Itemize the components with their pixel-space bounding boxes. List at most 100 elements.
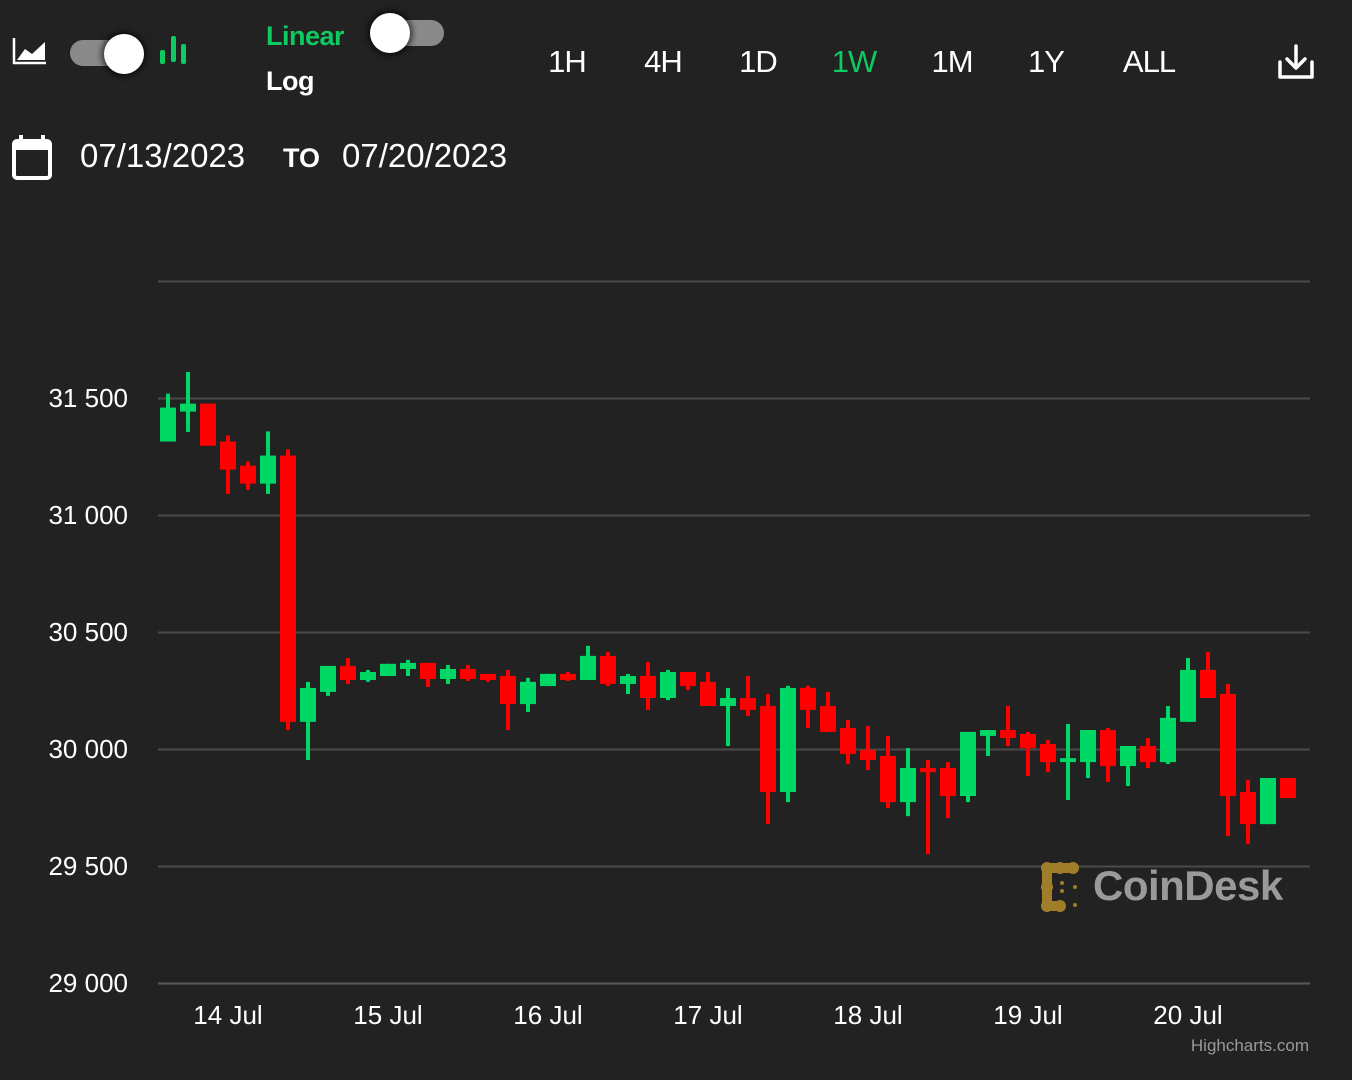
x-tick-label: 18 Jul (833, 1000, 903, 1030)
candle-down[interactable] (1100, 727, 1116, 782)
y-tick-label: 31 500 (48, 382, 128, 413)
candle-body (840, 727, 856, 754)
candle-body (1240, 792, 1256, 825)
candle-down[interactable] (560, 672, 576, 681)
candle-up[interactable] (260, 431, 276, 494)
candle-body (1000, 730, 1016, 739)
candle-up[interactable] (180, 372, 196, 432)
candle-down[interactable] (820, 691, 836, 732)
coindesk-watermark-text: CoinDesk (1093, 862, 1283, 909)
candle-down[interactable] (200, 403, 216, 446)
candle-up[interactable] (620, 673, 636, 695)
candle-body (600, 655, 616, 684)
candle-body (180, 403, 196, 412)
candle-body (700, 681, 716, 706)
candle-down[interactable] (1220, 683, 1236, 837)
candle-body (780, 687, 796, 793)
candle-down[interactable] (340, 657, 356, 684)
candle-up[interactable] (660, 669, 676, 701)
candle-down[interactable] (1240, 779, 1256, 845)
candle-down[interactable] (280, 449, 296, 731)
candle-down[interactable] (1280, 778, 1296, 799)
candle-body (660, 672, 676, 698)
candle-body (1200, 669, 1216, 698)
candle-wick (926, 759, 930, 855)
candle-body (820, 705, 836, 732)
candle-down[interactable] (840, 719, 856, 764)
candle-down[interactable] (1140, 738, 1156, 768)
candle-up[interactable] (520, 677, 536, 713)
candle-wick (746, 675, 750, 717)
candle-up[interactable] (540, 673, 556, 687)
y-tick-label: 29 500 (48, 850, 128, 881)
candle-up[interactable] (300, 681, 316, 760)
candle-down[interactable] (1200, 651, 1216, 698)
candle-body (520, 681, 536, 705)
candle-up[interactable] (1080, 730, 1096, 779)
candle-body (1140, 745, 1156, 763)
candle-up[interactable] (320, 665, 336, 696)
candle-up[interactable] (380, 663, 396, 676)
candle-down[interactable] (880, 735, 896, 808)
candle-wick (866, 726, 870, 771)
x-tick-label: 14 Jul (193, 1000, 263, 1030)
candle-down[interactable] (480, 673, 496, 682)
candle-down[interactable] (1040, 739, 1056, 773)
candle-down[interactable] (240, 461, 256, 490)
candle-up[interactable] (580, 645, 596, 680)
candle-up[interactable] (1260, 778, 1276, 825)
candle-up[interactable] (780, 685, 796, 803)
candles (160, 372, 1296, 855)
candle-body (1020, 734, 1036, 749)
candle-up[interactable] (1120, 745, 1136, 786)
x-tick-label: 20 Jul (1153, 1000, 1223, 1030)
candle-body (1160, 717, 1176, 763)
candle-body (360, 672, 376, 680)
candle-body (160, 407, 176, 442)
candle-up[interactable] (440, 664, 456, 684)
candle-down[interactable] (860, 726, 876, 771)
candle-down[interactable] (600, 651, 616, 687)
candle-down[interactable] (500, 669, 516, 731)
candle-wick (1006, 705, 1010, 746)
candle-up[interactable] (720, 687, 736, 746)
candle-body (320, 665, 336, 692)
candle-up[interactable] (1060, 723, 1076, 801)
candle-up[interactable] (980, 730, 996, 757)
candle-body (540, 673, 556, 687)
candle-down[interactable] (1000, 705, 1016, 746)
candle-body (260, 455, 276, 484)
candle-body (440, 668, 456, 680)
candle-body (1100, 730, 1116, 767)
candle-up[interactable] (960, 731, 976, 803)
candle-down[interactable] (680, 672, 696, 691)
candle-down[interactable] (420, 662, 436, 687)
candle-up[interactable] (400, 659, 416, 676)
candle-body (420, 662, 436, 680)
y-tick-label: 30 500 (48, 616, 128, 647)
candle-body (1180, 669, 1196, 722)
candle-down[interactable] (940, 762, 956, 819)
candle-body (900, 767, 916, 803)
candle-up[interactable] (360, 669, 376, 682)
x-tick-label: 17 Jul (673, 1000, 743, 1030)
candle-up[interactable] (160, 393, 176, 442)
candle-body (240, 465, 256, 484)
candlestick-chart[interactable] (0, 0, 1352, 1080)
candle-down[interactable] (740, 675, 756, 717)
candle-down[interactable] (760, 694, 776, 825)
candle-down[interactable] (460, 664, 476, 681)
candle-down[interactable] (640, 661, 656, 710)
candle-down[interactable] (220, 435, 236, 494)
candle-up[interactable] (1180, 657, 1196, 722)
candle-up[interactable] (900, 748, 916, 817)
candle-body (860, 749, 876, 760)
candle-up[interactable] (1160, 705, 1176, 764)
candle-body (680, 672, 696, 687)
y-tick-label: 29 000 (48, 967, 128, 998)
candle-down[interactable] (800, 685, 816, 728)
candle-down[interactable] (920, 759, 936, 855)
candle-down[interactable] (700, 672, 716, 706)
highcharts-credits-link[interactable]: Highcharts.com (1191, 1036, 1309, 1056)
candle-down[interactable] (1020, 731, 1036, 777)
